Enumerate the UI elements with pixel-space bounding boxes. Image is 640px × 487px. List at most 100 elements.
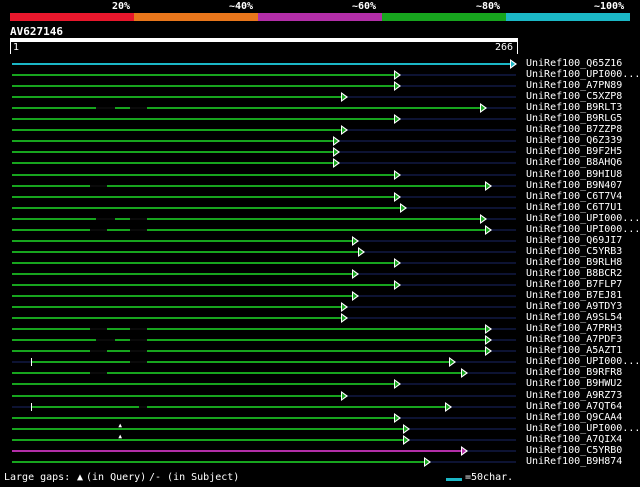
hit-label[interactable]: UniRef100_Q6Z339 (526, 135, 622, 146)
hit-label[interactable]: UniRef100_C5YRB3 (526, 246, 622, 257)
hit-alignment-bar[interactable] (12, 229, 486, 231)
hit-alignment-bar[interactable] (12, 284, 394, 286)
hit-label[interactable]: UniRef100_B9RFR8 (526, 367, 622, 378)
hit-alignment-bar[interactable] (12, 339, 486, 341)
hit-end-arrow-fill (394, 381, 399, 387)
hit-end-arrow-fill (450, 359, 455, 365)
hit-alignment-bar[interactable] (12, 207, 400, 209)
subject-gap (129, 218, 148, 220)
hit-label[interactable]: UniRef100_B7ZZP8 (526, 124, 622, 135)
subject-gap (95, 107, 115, 109)
hit-end-arrow-fill (341, 393, 346, 399)
hit-label[interactable]: UniRef100_C6T7V4 (526, 191, 622, 202)
hit-alignment-bar[interactable] (12, 306, 341, 308)
hit-alignment-bar[interactable] (12, 428, 404, 430)
subject-gap (129, 107, 148, 109)
hit-alignment-bar[interactable] (12, 417, 394, 419)
hit-alignment-bar[interactable] (12, 151, 334, 153)
hit-start-tick (31, 403, 33, 411)
hit-label[interactable]: UniRef100_B9HWU2 (526, 378, 622, 389)
hit-alignment-bar[interactable] (31, 406, 446, 408)
hit-alignment-bar[interactable] (12, 262, 394, 264)
hit-label[interactable]: UniRef100_A9SL54 (526, 312, 622, 323)
hit-end-arrow-fill (334, 138, 339, 144)
hit-label[interactable]: UniRef100_B7FLP7 (526, 279, 622, 290)
hit-alignment-bar[interactable] (12, 218, 480, 220)
hit-label[interactable]: UniRef100_A7PN89 (526, 80, 622, 91)
hit-label[interactable]: UniRef100_B9RLG5 (526, 113, 622, 124)
hit-end-arrow-fill (334, 160, 339, 166)
hit-label[interactable]: UniRef100_B9HIU8 (526, 169, 622, 180)
hit-label[interactable]: UniRef100_C5YRB0 (526, 445, 622, 456)
hit-alignment-bar[interactable] (12, 295, 353, 297)
hit-end-arrow-fill (486, 227, 491, 233)
hit-alignment-bar[interactable] (12, 74, 394, 76)
hit-alignment-bar[interactable] (12, 129, 341, 131)
hit-label[interactable]: UniRef100_B7EJ81 (526, 290, 622, 301)
hit-label[interactable]: UniRef100_C5XZP8 (526, 91, 622, 102)
hit-label[interactable]: UniRef100_A5AZT1 (526, 345, 622, 356)
hit-alignment-bar[interactable] (12, 162, 334, 164)
hit-end-arrow-fill (394, 83, 399, 89)
hit-alignment-bar[interactable] (12, 96, 341, 98)
hit-end-arrow-fill (394, 415, 399, 421)
hit-label[interactable]: UniRef100_UPI000... (526, 69, 640, 80)
hit-label[interactable]: UniRef100_UPI000... (526, 423, 640, 434)
hit-alignment-bar[interactable] (12, 140, 334, 142)
hit-alignment-bar[interactable] (12, 63, 510, 65)
hit-label[interactable]: UniRef100_A9RZ73 (526, 390, 622, 401)
hit-end-arrow-fill (480, 105, 485, 111)
hit-end-arrow-fill (486, 348, 491, 354)
hit-label[interactable]: UniRef100_C6T7U1 (526, 202, 622, 213)
hit-alignment-bar[interactable] (12, 439, 404, 441)
subject-gap (129, 229, 148, 231)
subject-gap (89, 328, 108, 330)
hit-end-arrow-fill (486, 337, 491, 343)
hit-alignment-bar[interactable] (12, 372, 461, 374)
hit-alignment-bar[interactable] (12, 85, 394, 87)
hit-end-arrow-fill (394, 282, 399, 288)
hit-alignment-bar[interactable] (12, 450, 461, 452)
hit-alignment-bar[interactable] (12, 395, 341, 397)
hit-label[interactable]: UniRef100_UPI000... (526, 213, 640, 224)
hit-end-arrow-fill (461, 448, 466, 454)
hit-label[interactable]: UniRef100_B9RLH8 (526, 257, 622, 268)
hit-label[interactable]: UniRef100_A7PDF3 (526, 334, 622, 345)
hit-label[interactable]: UniRef100_B9H874 (526, 456, 622, 467)
hit-alignment-bar[interactable] (12, 317, 341, 319)
hit-label[interactable]: UniRef100_B8BCR2 (526, 268, 622, 279)
hit-alignment-bar[interactable] (31, 361, 450, 363)
hit-end-arrow-fill (461, 370, 466, 376)
hit-label[interactable]: UniRef100_A7QIX4 (526, 434, 622, 445)
hit-alignment-bar[interactable] (12, 273, 353, 275)
hit-alignment-bar[interactable] (12, 118, 394, 120)
hit-end-arrow-fill (486, 183, 491, 189)
hit-label[interactable]: UniRef100_A7QT64 (526, 401, 622, 412)
hit-label[interactable]: UniRef100_B8AHQ6 (526, 157, 622, 168)
hit-alignment-bar[interactable] (12, 185, 486, 187)
hit-alignment-bar[interactable] (12, 107, 480, 109)
hit-label[interactable]: UniRef100_Q69JI7 (526, 235, 622, 246)
hit-label[interactable]: UniRef100_UPI000... (526, 356, 640, 367)
hit-label[interactable]: UniRef100_Q65Z16 (526, 58, 622, 69)
hit-label[interactable]: UniRef100_B9F2H5 (526, 146, 622, 157)
hit-alignment-bar[interactable] (12, 461, 425, 463)
legend-query-gap-icon: ▲ (77, 472, 84, 483)
hit-alignment-bar[interactable] (12, 350, 486, 352)
hit-end-arrow-fill (425, 459, 430, 465)
hit-label[interactable]: UniRef100_A7PRH3 (526, 323, 622, 334)
hit-label[interactable]: UniRef100_UPI000... (526, 224, 640, 235)
hit-label[interactable]: UniRef100_B9RLT3 (526, 102, 622, 113)
hit-label[interactable]: UniRef100_A9TDY3 (526, 301, 622, 312)
hit-alignment-bar[interactable] (12, 240, 353, 242)
hit-label[interactable]: UniRef100_B9N407 (526, 180, 622, 191)
hit-alignment-bar[interactable] (12, 328, 486, 330)
hit-list: UniRef100_Q65Z16 UniRef100_UPI000... UniRe… (0, 0, 640, 487)
hit-end-arrow-fill (341, 315, 346, 321)
hit-alignment-bar[interactable] (12, 174, 394, 176)
hit-label[interactable]: UniRef100_Q9CAA4 (526, 412, 622, 423)
hit-alignment-bar[interactable] (12, 251, 358, 253)
hit-alignment-bar[interactable] (12, 383, 394, 385)
subject-gap (89, 350, 108, 352)
hit-alignment-bar[interactable] (12, 196, 394, 198)
